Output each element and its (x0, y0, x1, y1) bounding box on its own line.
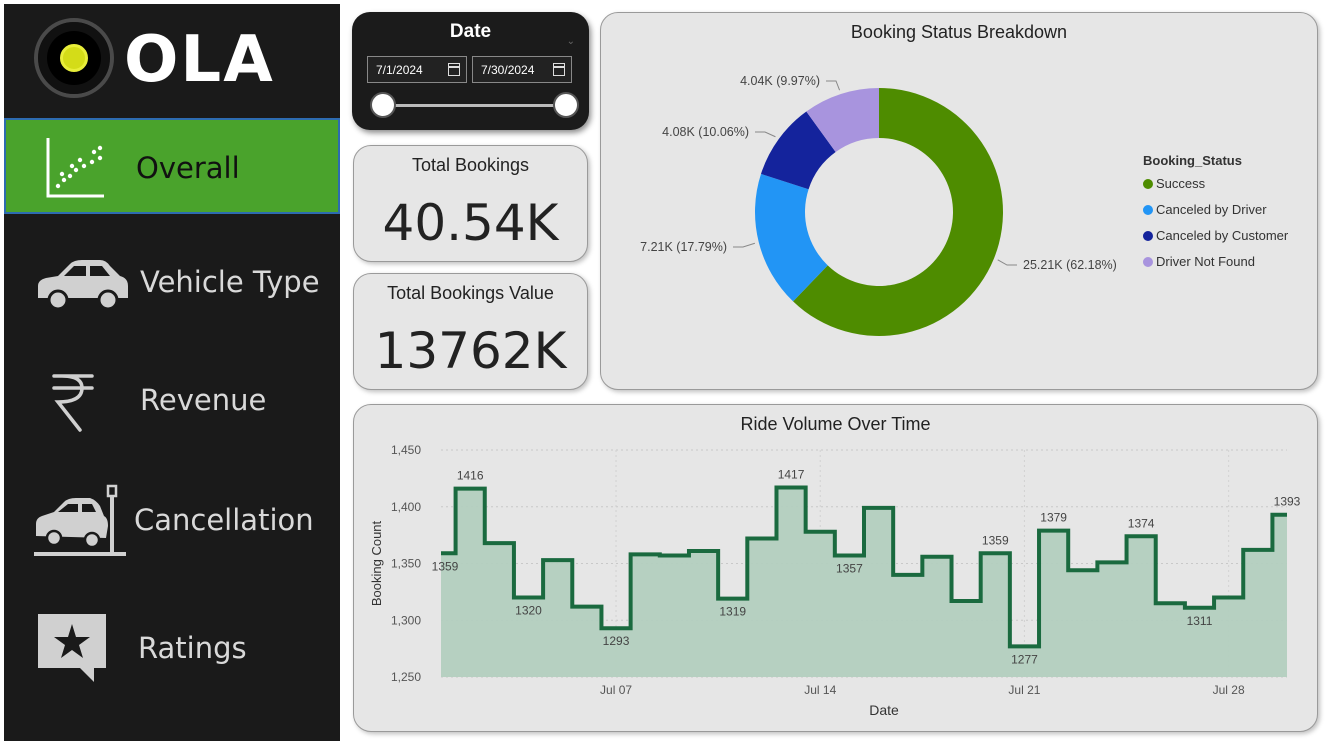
scatter-chart-icon (46, 138, 104, 198)
x-tick-label: Jul 07 (600, 683, 632, 697)
start-date-input[interactable]: 7/1/2024 (367, 56, 467, 83)
donut-data-label: 25.21K (62.18%) (1023, 258, 1117, 272)
end-date-input[interactable]: 7/30/2024 (472, 56, 572, 83)
end-date-handle[interactable] (553, 92, 579, 118)
ride-volume-chart: 1,250 1,300 1,350 1,400 1,450 Jul 07 Jul 14 Jul… (369, 443, 1301, 718)
line-data-label: 1311 (1187, 614, 1213, 628)
leader-line (755, 131, 776, 138)
star-message-icon (38, 614, 106, 682)
car-icon (38, 260, 128, 311)
legend-item-success[interactable]: Success (1143, 174, 1288, 200)
date-slicer: Date ⌄ 7/1/2024 7/30/2024 (352, 12, 589, 130)
donut-data-label: 4.04K (9.97%) (740, 74, 820, 88)
ola-logo-icon (34, 18, 114, 98)
line-data-label: 1393 (1274, 495, 1301, 509)
legend-dot (1143, 179, 1153, 189)
car-crash-icon (34, 484, 126, 556)
date-slicer-title: Date (449, 21, 492, 42)
line-data-label: 1359 (432, 559, 459, 573)
line-data-label: 1320 (515, 604, 542, 618)
donut-data-label: 4.08K (10.06%) (662, 125, 749, 139)
y-axis-title: Booking Count (369, 520, 384, 606)
total-bookings-label: Total Bookings (411, 155, 530, 175)
brand-name: OLA (124, 23, 275, 97)
legend-item-canceled-by-driver[interactable]: Canceled by Driver (1143, 200, 1288, 226)
legend-label: Canceled by Driver (1156, 202, 1267, 217)
line-data-label: 1379 (1040, 511, 1067, 525)
nav-item-overall[interactable]: Overall (4, 118, 340, 214)
donut-legend: Booking_Status Success Canceled by Drive… (1143, 153, 1288, 278)
legend-title: Booking_Status (1143, 153, 1242, 168)
date-range-track[interactable] (383, 104, 567, 107)
leader-line (826, 80, 841, 91)
x-tick-label: Jul 28 (1213, 683, 1245, 697)
x-tick-label: Jul 14 (804, 683, 836, 697)
total-bookings-value: 40.54K (382, 194, 559, 252)
legend-dot (1143, 257, 1153, 267)
line-data-label: 1319 (719, 605, 746, 619)
leader-line (733, 242, 756, 248)
nav-item-ratings[interactable]: Ratings (4, 600, 340, 696)
nav-label-cancellation: Cancellation (134, 503, 314, 537)
nav-label-revenue: Revenue (140, 383, 267, 417)
sidebar: OLA Overall Vehicle Type Revenue Cancell… (4, 4, 340, 741)
donut-data-label: 7.21K (17.79%) (640, 240, 727, 254)
calendar-icon[interactable] (448, 63, 460, 76)
legend-dot (1143, 205, 1153, 215)
nav-label-overall: Overall (136, 151, 240, 185)
total-bookings-value-label: Total Bookings Value (387, 283, 554, 303)
booking-status-card: Booking Status Breakdown 25.21K (62.18%)… (600, 12, 1318, 390)
nav-label-ratings: Ratings (138, 631, 247, 665)
legend-label: Driver Not Found (1156, 254, 1255, 269)
nav-item-cancellation[interactable]: Cancellation (4, 472, 340, 568)
line-data-label: 1359 (982, 533, 1009, 547)
y-tick-label: 1,250 (391, 670, 421, 684)
y-tick-label: 1,450 (391, 443, 421, 457)
x-tick-label: Jul 21 (1008, 683, 1040, 697)
ola-logo: OLA (34, 18, 274, 102)
total-bookings-card: Total Bookings 40.54K (353, 145, 588, 262)
total-bookings-value-amount: 13762K (374, 322, 567, 380)
line-data-label: 1374 (1128, 516, 1155, 530)
legend-item-driver-not-found[interactable]: Driver Not Found (1143, 252, 1288, 278)
y-tick-label: 1,350 (391, 557, 421, 571)
y-tick-label: 1,300 (391, 613, 421, 627)
rupee-icon (52, 374, 94, 432)
start-date-value: 7/1/2024 (376, 63, 423, 77)
total-bookings-value-card: Total Bookings Value 13762K (353, 273, 588, 390)
nav-item-vehicle-type[interactable]: Vehicle Type (4, 234, 340, 330)
start-date-handle[interactable] (370, 92, 396, 118)
legend-label: Canceled by Customer (1156, 228, 1289, 243)
leader-line (997, 259, 1017, 266)
chevron-down-icon[interactable]: ⌄ (567, 36, 575, 47)
line-data-label: 1416 (457, 469, 484, 483)
line-data-label: 1417 (778, 467, 805, 481)
legend-dot (1143, 231, 1153, 241)
calendar-icon[interactable] (553, 63, 565, 76)
line-data-label: 1357 (836, 562, 863, 576)
ride-volume-card: Ride Volume Over Time 1,250 1,300 1,350 1,4… (353, 404, 1318, 732)
nav-item-revenue[interactable]: Revenue (4, 352, 340, 448)
y-tick-label: 1,400 (391, 500, 421, 514)
line-data-label: 1293 (603, 634, 630, 648)
nav-label-vehicle-type: Vehicle Type (140, 265, 320, 299)
line-data-label: 1277 (1011, 652, 1038, 666)
x-axis-title: Date (869, 702, 899, 718)
legend-label: Success (1156, 176, 1206, 191)
legend-item-canceled-by-customer[interactable]: Canceled by Customer (1143, 226, 1288, 252)
end-date-value: 7/30/2024 (481, 63, 535, 77)
